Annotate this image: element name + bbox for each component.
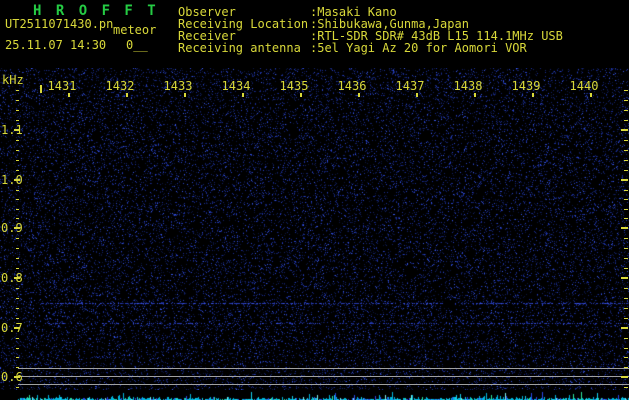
y-axis-minor-tick-right [624, 209, 628, 210]
y-axis-minor-tick [16, 348, 19, 349]
counter-text: 0__ [126, 38, 148, 52]
y-axis-major-tick-right [621, 129, 628, 131]
x-axis-tick [474, 93, 476, 97]
y-axis-major-tick [14, 129, 20, 131]
y-axis-minor-tick-right [624, 387, 628, 388]
x-axis-tick [184, 93, 186, 97]
y-axis-minor-tick-right [624, 218, 628, 219]
y-axis-minor-tick-right [624, 308, 628, 309]
y-axis-minor-tick-right [624, 100, 628, 101]
y-axis-minor-tick [16, 338, 19, 339]
field-label-antenna: Receiving antenna [178, 41, 301, 55]
y-axis-minor-tick [16, 199, 19, 200]
y-axis-minor-tick [16, 170, 19, 171]
y-axis-minor-tick-right [624, 90, 628, 91]
y-axis-minor-tick [16, 387, 19, 388]
y-axis-minor-tick [16, 160, 19, 161]
datetime-text: 25.11.07 14:30 [5, 38, 107, 52]
x-tick-label: 1440 [569, 79, 599, 93]
y-axis-minor-tick [16, 298, 19, 299]
y-axis-major-tick [14, 327, 20, 329]
x-tick-label: 1436 [337, 79, 367, 93]
y-axis-minor-tick-right [624, 318, 628, 319]
y-axis-minor-tick [16, 150, 19, 151]
y-axis-major-tick-right [621, 277, 628, 279]
y-axis-major-tick-right [621, 327, 628, 329]
spectrogram-canvas [0, 68, 629, 390]
y-axis-minor-tick-right [624, 190, 628, 191]
y-axis-minor-tick-right [624, 298, 628, 299]
field-value-antenna: :5el Yagi Az 20 for Aomori VOR [310, 41, 527, 55]
y-axis-minor-tick [16, 318, 19, 319]
output-filename: UT2511071430.pn [5, 17, 114, 31]
x-tick-label: 1434 [221, 79, 251, 93]
y-axis-minor-tick-right [624, 367, 628, 368]
y-axis-minor-tick-right [624, 238, 628, 239]
x-axis-tick [68, 93, 70, 97]
x-tick-label: 1432 [105, 79, 135, 93]
y-axis-major-tick-right [621, 376, 628, 378]
y-axis-minor-tick [16, 367, 19, 368]
x-axis-tick [416, 93, 418, 97]
y-axis-minor-tick [16, 90, 19, 91]
bottom-reference-line [18, 376, 629, 377]
y-axis-unit: kHz [2, 73, 24, 87]
y-axis-minor-tick-right [624, 170, 628, 171]
x-tick-label: 1435 [279, 79, 309, 93]
y-axis-minor-tick [16, 308, 19, 309]
y-axis-major-tick-right [621, 227, 628, 229]
y-axis-major-tick [14, 277, 20, 279]
x-axis-tick [242, 93, 244, 97]
y-axis-minor-tick [16, 110, 19, 111]
y-axis-minor-tick [16, 218, 19, 219]
y-axis-minor-tick-right [624, 110, 628, 111]
plot-origin-tick [40, 85, 42, 93]
y-axis-minor-tick-right [624, 288, 628, 289]
y-axis-minor-tick-right [624, 199, 628, 200]
y-axis-major-tick [14, 376, 20, 378]
y-axis-major-tick [14, 227, 20, 229]
y-axis-minor-tick [16, 209, 19, 210]
y-axis-minor-tick-right [624, 160, 628, 161]
bottom-reference-line [18, 384, 629, 385]
y-axis-minor-tick-right [624, 268, 628, 269]
y-axis-major-tick [14, 179, 20, 181]
level-meter-canvas [0, 390, 629, 400]
bottom-reference-line [18, 368, 629, 369]
y-axis-major-tick-right [621, 179, 628, 181]
y-axis-minor-tick [16, 268, 19, 269]
x-tick-label: 1437 [395, 79, 425, 93]
y-axis-minor-tick [16, 100, 19, 101]
y-axis-minor-tick-right [624, 338, 628, 339]
y-axis-minor-tick-right [624, 140, 628, 141]
hrofft-screen: H R O F F T UT2511071430.pn meteor 25.11… [0, 0, 629, 400]
y-axis-minor-tick [16, 248, 19, 249]
y-axis-minor-tick-right [624, 120, 628, 121]
y-axis-minor-tick [16, 140, 19, 141]
x-tick-label: 1433 [163, 79, 193, 93]
y-axis-minor-tick [16, 120, 19, 121]
y-axis-minor-tick [16, 258, 19, 259]
x-tick-label: 1431 [47, 79, 77, 93]
x-axis-tick [590, 93, 592, 97]
y-axis-minor-tick-right [624, 348, 628, 349]
y-axis-minor-tick [16, 238, 19, 239]
y-axis-minor-tick [16, 357, 19, 358]
x-tick-label: 1438 [453, 79, 483, 93]
y-axis-minor-tick-right [624, 150, 628, 151]
x-axis-tick [358, 93, 360, 97]
x-tick-label: 1439 [511, 79, 541, 93]
y-axis-minor-tick [16, 288, 19, 289]
x-axis-tick [532, 93, 534, 97]
overlay-word: meteor [113, 23, 157, 37]
y-axis-minor-tick-right [624, 248, 628, 249]
y-axis-minor-tick-right [624, 357, 628, 358]
y-axis-minor-tick [16, 190, 19, 191]
y-axis-minor-tick-right [624, 258, 628, 259]
x-axis-tick [300, 93, 302, 97]
x-axis-tick [126, 93, 128, 97]
